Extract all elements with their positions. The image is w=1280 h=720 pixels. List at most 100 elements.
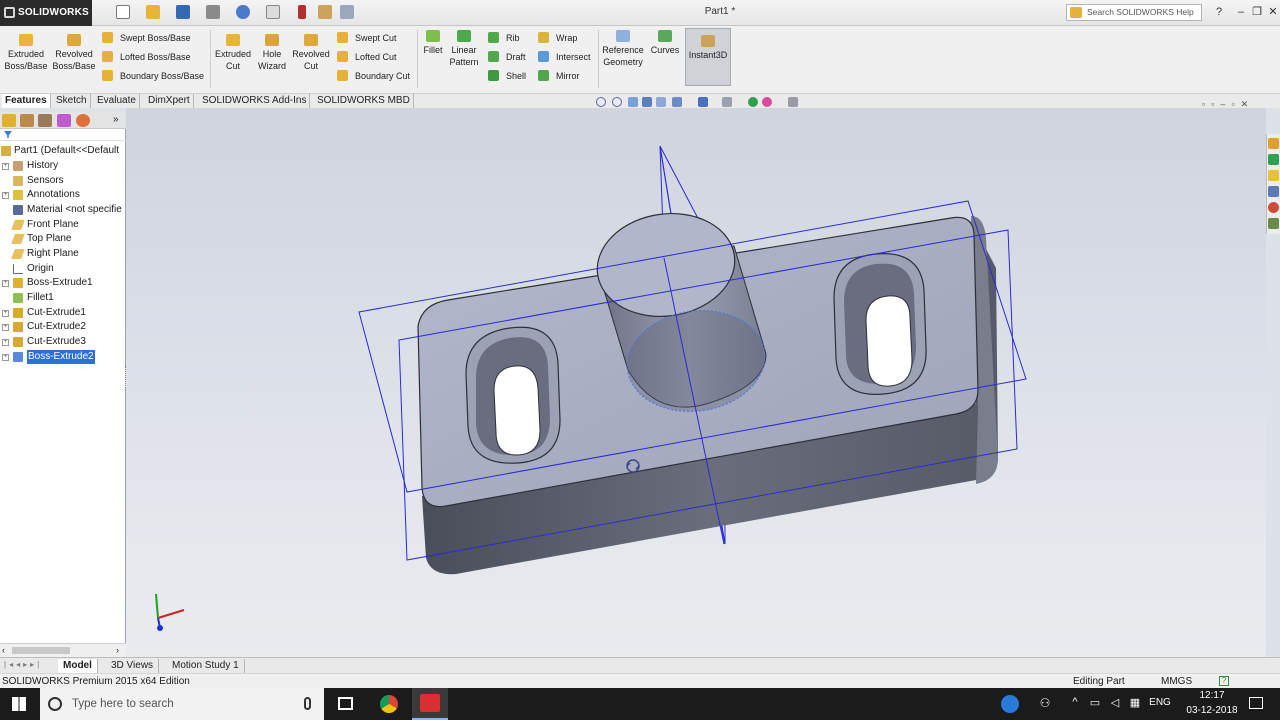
save-icon[interactable] xyxy=(176,5,190,19)
undo-icon[interactable] xyxy=(236,5,250,19)
apply-scene-icon[interactable] xyxy=(762,97,772,107)
reference-geometry-button[interactable]: Reference Geometry xyxy=(600,30,646,68)
zoom-to-fit-icon[interactable] xyxy=(596,97,606,107)
right-slot-hole[interactable] xyxy=(865,295,913,387)
tab-model[interactable]: Model xyxy=(58,659,98,673)
graphics-area[interactable] xyxy=(126,108,1266,657)
expand-icon[interactable]: + xyxy=(2,324,9,331)
section-view-icon[interactable] xyxy=(642,97,652,107)
display-manager-tab-icon[interactable] xyxy=(76,114,90,127)
solidworks-taskbar-button[interactable] xyxy=(412,688,448,720)
tree-item-boss-extrude2[interactable]: + Boss-Extrude2 xyxy=(0,350,126,364)
lofted-cut-button[interactable]: Lofted Cut xyxy=(337,51,397,63)
chrome-icon[interactable] xyxy=(380,695,398,713)
tab-dimxpert[interactable]: DimXpert xyxy=(145,94,194,108)
clock-time[interactable]: 12:17 xyxy=(1188,690,1236,701)
swept-boss-base-button[interactable]: Swept Boss/Base xyxy=(102,32,191,44)
search-input[interactable]: Search SOLIDWORKS Help xyxy=(1066,4,1202,21)
revolved-boss-base-button[interactable]: Revolved Boss/Base xyxy=(52,34,96,72)
tab-sketch[interactable]: Sketch xyxy=(53,94,91,108)
boundary-boss-base-button[interactable]: Boundary Boss/Base xyxy=(102,70,204,82)
notifications-icon[interactable] xyxy=(1249,697,1263,709)
tree-item-cut-extrude3[interactable]: + Cut-Extrude3 xyxy=(0,335,126,349)
tree-item-annotations[interactable]: + Annotations xyxy=(0,188,126,202)
help-icon[interactable]: ? xyxy=(1212,5,1226,19)
tree-item-boss-extrude1[interactable]: + Boss-Extrude1 xyxy=(0,276,126,290)
mirror-button[interactable]: Mirror xyxy=(538,70,580,82)
tab-solidworks-mbd[interactable]: SOLIDWORKS MBD xyxy=(314,94,414,108)
volume-icon[interactable]: ◁ xyxy=(1107,696,1123,709)
intersect-button[interactable]: Intersect xyxy=(538,51,591,63)
curves-button[interactable]: Curves xyxy=(648,30,682,56)
help-question-icon[interactable]: ? xyxy=(1219,676,1229,686)
tab-solidworks-addins[interactable]: SOLIDWORKS Add-Ins xyxy=(199,94,311,108)
hide-show-items-icon[interactable] xyxy=(722,97,732,107)
left-slot-hole[interactable] xyxy=(493,365,541,456)
property-manager-tab-icon[interactable] xyxy=(20,114,34,127)
expand-icon[interactable]: + xyxy=(2,280,9,287)
open-folder-icon[interactable] xyxy=(146,5,160,19)
file-properties-icon[interactable] xyxy=(318,5,332,19)
network-icon[interactable]: ▭ xyxy=(1088,696,1102,709)
print-icon[interactable] xyxy=(206,5,220,19)
extruded-cut-button[interactable]: Extruded Cut xyxy=(214,34,252,72)
draft-button[interactable]: Draft xyxy=(488,51,526,63)
clock-date[interactable]: 03-12-2018 xyxy=(1184,705,1240,716)
filter-icon[interactable] xyxy=(4,131,12,138)
taskbar-search-input[interactable]: Type here to search xyxy=(40,688,324,720)
view-orientation-icon[interactable] xyxy=(672,97,682,107)
tree-item-sensors[interactable]: Sensors xyxy=(0,174,126,188)
rib-button[interactable]: Rib xyxy=(488,32,520,44)
boundary-cut-button[interactable]: Boundary Cut xyxy=(337,70,410,82)
tree-item-material[interactable]: Material <not specifie xyxy=(0,203,126,217)
feature-manager-tab-icon[interactable] xyxy=(2,114,16,127)
linear-pattern-button[interactable]: Linear Pattern xyxy=(446,30,482,68)
zoom-to-area-icon[interactable] xyxy=(612,97,622,107)
tab-3d-views[interactable]: 3D Views xyxy=(106,659,160,673)
help-tray-icon[interactable] xyxy=(1001,695,1019,713)
display-style-icon[interactable] xyxy=(698,97,708,107)
tree-item-cut-extrude1[interactable]: + Cut-Extrude1 xyxy=(0,306,126,320)
edit-appearance-icon[interactable] xyxy=(748,97,758,107)
tab-features[interactable]: Features xyxy=(2,94,51,108)
appearances-icon[interactable] xyxy=(1268,202,1279,213)
restore-button[interactable]: ❐ xyxy=(1250,5,1264,19)
close-button[interactable]: ✕ xyxy=(1266,5,1280,19)
expand-icon[interactable]: + xyxy=(2,163,9,170)
expand-panel-icon[interactable]: » xyxy=(113,114,119,125)
tab-motion-study-1[interactable]: Motion Study 1 xyxy=(167,659,245,673)
dynamic-annotation-icon[interactable] xyxy=(656,97,666,107)
revolved-cut-button[interactable]: Revolved Cut xyxy=(290,34,332,72)
tree-item-right-plane[interactable]: Right Plane xyxy=(0,247,126,261)
scroll-thumb[interactable] xyxy=(12,647,70,654)
tree-root[interactable]: Part1 (Default<<Default xyxy=(0,144,126,158)
shell-button[interactable]: Shell xyxy=(488,70,526,82)
viewport-window-controls[interactable]: ▫▫–▫✕ xyxy=(1202,99,1272,111)
design-library-icon[interactable] xyxy=(1268,154,1279,165)
dimxpert-manager-tab-icon[interactable] xyxy=(57,114,71,127)
keyboard-icon[interactable]: ▦ xyxy=(1128,696,1142,709)
wrap-button[interactable]: Wrap xyxy=(538,32,577,44)
task-view-icon[interactable] xyxy=(338,697,353,710)
windows-start-icon[interactable] xyxy=(12,697,26,711)
extruded-boss-base-button[interactable]: Extruded Boss/Base xyxy=(4,34,48,72)
show-hidden-icons-icon[interactable]: ^ xyxy=(1068,696,1082,708)
solidworks-logo[interactable]: SOLIDWORKS xyxy=(0,0,92,26)
tree-item-history[interactable]: + History xyxy=(0,159,126,173)
people-icon[interactable]: ⚇ xyxy=(1038,696,1052,710)
tree-item-front-plane[interactable]: Front Plane xyxy=(0,218,126,232)
tab-evaluate[interactable]: Evaluate xyxy=(94,94,140,108)
new-document-icon[interactable] xyxy=(116,5,130,19)
tree-item-fillet1[interactable]: Fillet1 xyxy=(0,291,126,305)
tab-scroll-arrows[interactable]: |◂◂▸▸| xyxy=(4,660,54,671)
custom-properties-icon[interactable] xyxy=(1268,218,1279,229)
configuration-manager-tab-icon[interactable] xyxy=(38,114,52,127)
rebuild-icon[interactable] xyxy=(298,5,306,19)
expand-icon[interactable]: + xyxy=(2,354,9,361)
hole-wizard-button[interactable]: Hole Wizard xyxy=(254,34,290,72)
expand-icon[interactable]: + xyxy=(2,192,9,199)
previous-view-icon[interactable] xyxy=(628,97,638,107)
expand-icon[interactable]: + xyxy=(2,339,9,346)
solidworks-resources-icon[interactable] xyxy=(1268,138,1279,149)
tree-item-cut-extrude2[interactable]: + Cut-Extrude2 xyxy=(0,320,126,334)
